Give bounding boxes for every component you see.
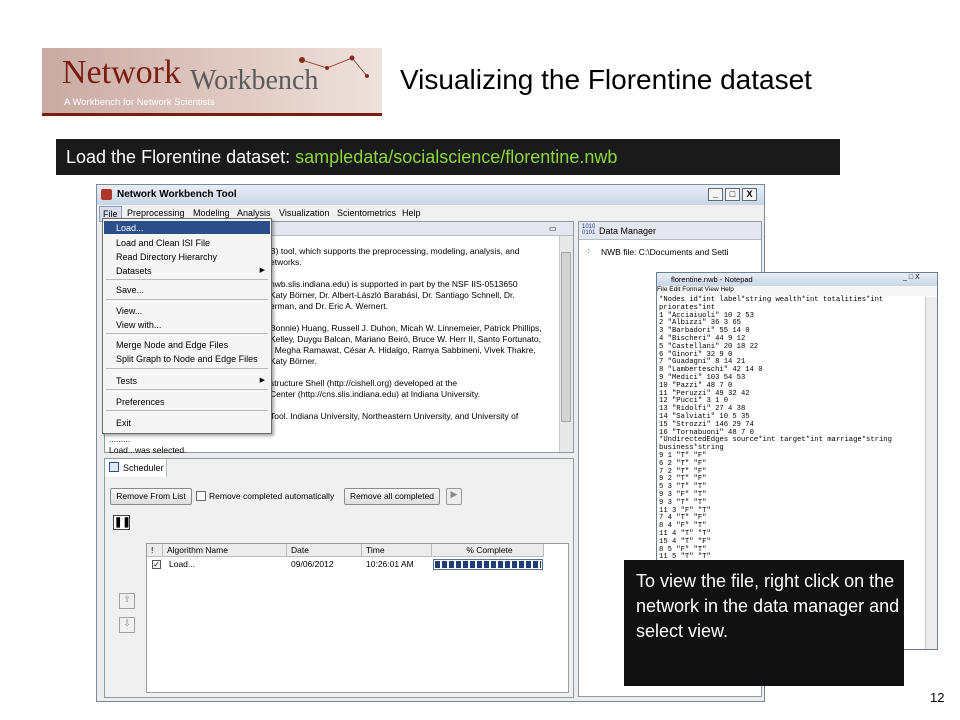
menu-visualization[interactable]: Visualization — [279, 208, 329, 218]
close-button[interactable]: X — [742, 188, 757, 201]
console-line: structure Shell (http://cishell.org) dev… — [270, 378, 458, 388]
maximize-button[interactable]: □ — [725, 188, 740, 201]
data-manager-tab-label: Data Manager — [599, 226, 657, 236]
remove-all-completed-button[interactable]: Remove all completed — [344, 488, 440, 505]
menu-item-load[interactable]: Load... — [116, 223, 144, 233]
console-line: Load...was selected. — [109, 445, 187, 455]
column-header-date[interactable]: Date — [287, 544, 362, 557]
notepad-scrollbar[interactable] — [925, 297, 937, 649]
row-time: 10:26:01 AM — [366, 559, 414, 569]
column-header-time[interactable]: Time — [362, 544, 432, 557]
banner-prefix: Load the Florentine dataset: — [66, 147, 291, 167]
menu-item-split[interactable]: Split Graph to Node and Edge Files — [116, 354, 258, 364]
data-manager-tab[interactable]: 1010 0101 Data Manager — [579, 222, 761, 240]
scheduler-tab-label: Scheduler — [123, 463, 164, 473]
menu-separator — [106, 368, 268, 369]
binary-icon: 1010 0101 — [582, 224, 596, 236]
progress-bar — [433, 559, 543, 570]
scheduler-tab[interactable]: Scheduler — [105, 459, 167, 477]
notepad-window-controls[interactable]: _ □ X — [903, 274, 920, 281]
console-line: Center (http://cns.slis.indiana.edu) at … — [270, 389, 481, 399]
row-checkbox[interactable]: ✓ — [152, 560, 161, 569]
menu-item-load-isi[interactable]: Load and Clean ISI File — [116, 238, 210, 248]
submenu-arrow-icon: ▶ — [259, 267, 265, 274]
console-line: etworks. — [270, 257, 302, 267]
network-node-icon: ⁘ — [585, 247, 592, 256]
notepad-title: florentine.nwb - Notepad — [671, 275, 753, 284]
nwb-file-node[interactable]: NWB file: C:\Documents and Setti — [601, 247, 729, 257]
network-workbench-logo: Network Workbench A Workbench for Networ… — [42, 48, 382, 116]
menu-analysis[interactable]: Analysis — [237, 208, 271, 218]
file-menu-dropdown: Load... Load and Clean ISI File Read Dir… — [102, 218, 272, 434]
menu-item-view-with[interactable]: View with... — [116, 320, 161, 330]
window-titlebar: Network Workbench Tool _ □ X — [97, 185, 764, 205]
slide-title: Visualizing the Florentine dataset — [400, 64, 812, 95]
minimize-button[interactable]: _ — [708, 188, 723, 201]
logo-word-workbench: Workbench — [190, 65, 319, 96]
remove-from-list-button[interactable]: Remove From List — [110, 488, 192, 505]
console-line: nwb.slis.indiana.edu) is supported in pa… — [270, 279, 518, 289]
console-line: B) tool, which supports the preprocessin… — [270, 246, 520, 256]
instruction-callout: To view the file, right click on the net… — [624, 560, 904, 686]
notepad-menubar[interactable]: File Edit Format View Help — [657, 286, 937, 296]
window-title: Network Workbench Tool — [117, 189, 237, 200]
page-number: 12 — [930, 690, 945, 705]
menu-separator — [106, 389, 268, 390]
app-icon — [101, 189, 112, 200]
menu-preprocessing[interactable]: Preprocessing — [127, 208, 185, 218]
menu-separator — [106, 299, 268, 300]
menu-item-datasets[interactable]: Datasets — [116, 266, 152, 276]
console-line: Kelley, Duygu Balcan, Mariano Beiró, Bru… — [270, 334, 542, 344]
console-line: Tool. Indiana University, Northeastern U… — [270, 411, 519, 421]
console-line: Katy Börner. — [270, 356, 317, 366]
move-down-icon[interactable]: ⇩ — [119, 617, 135, 633]
notepad-text[interactable]: *Nodes id*int label*string wealth*int to… — [659, 296, 927, 578]
console-line: , Megha Ramawat, César A. Hidalgo, Ramya… — [270, 345, 536, 355]
menu-item-tests[interactable]: Tests — [116, 376, 137, 386]
menu-item-read-directory[interactable]: Read Directory Hierarchy — [116, 252, 217, 262]
console-line: Bonnie) Huang, Russell J. Duhon, Micah W… — [270, 323, 542, 333]
submenu-arrow-icon: ▶ — [259, 377, 265, 384]
notepad-titlebar: florentine.nwb - Notepad _ □ X — [657, 273, 937, 286]
logo-tagline: A Workbench for Network Scientists — [64, 97, 215, 108]
menu-separator — [106, 410, 268, 411]
load-instruction-banner: Load the Florentine dataset: sampledata/… — [56, 139, 840, 175]
console-line: ......... — [109, 434, 131, 444]
menu-item-exit[interactable]: Exit — [116, 418, 131, 428]
console-line: Katy Börner, Dr. Albert-László Barabási,… — [270, 290, 515, 300]
menu-modeling[interactable]: Modeling — [193, 208, 230, 218]
menu-separator — [106, 279, 268, 280]
console-scroll-thumb[interactable] — [561, 252, 571, 422]
menu-item-save[interactable]: Save... — [116, 285, 144, 295]
menu-separator — [106, 333, 268, 334]
scheduler-pane: Scheduler Remove From List Remove comple… — [104, 458, 574, 698]
pane-minimize-icon[interactable]: ▭ — [549, 224, 557, 233]
menu-item-view[interactable]: View... — [116, 306, 142, 316]
row-algorithm-name: Load... — [169, 559, 195, 569]
move-up-icon[interactable]: ⇧ — [119, 593, 135, 609]
scheduler-table: ! Algorithm Name Date Time % Complete ✓ … — [146, 543, 569, 693]
column-header-complete[interactable]: % Complete — [432, 544, 544, 557]
pause-icon[interactable]: ❚❚ — [113, 515, 131, 530]
console-line: erman, and Dr. Eric A. Wernert. — [270, 301, 388, 311]
column-header-alert: ! — [147, 544, 163, 557]
play-icon[interactable]: ▶ — [446, 488, 462, 505]
menu-help[interactable]: Help — [402, 208, 421, 218]
progress-fill — [435, 561, 541, 568]
scheduler-icon — [109, 462, 119, 472]
row-date: 09/06/2012 — [291, 559, 334, 569]
column-header-algorithm[interactable]: Algorithm Name — [163, 544, 287, 557]
menu-scientometrics[interactable]: Scientometrics — [337, 208, 396, 218]
menu-item-preferences[interactable]: Preferences — [116, 397, 165, 407]
logo-word-network: Network — [62, 54, 181, 91]
auto-remove-checkbox[interactable] — [196, 491, 206, 501]
banner-path: sampledata/socialscience/florentine.nwb — [295, 147, 618, 167]
menu-item-merge[interactable]: Merge Node and Edge Files — [116, 340, 228, 350]
auto-remove-label: Remove completed automatically — [209, 491, 335, 501]
